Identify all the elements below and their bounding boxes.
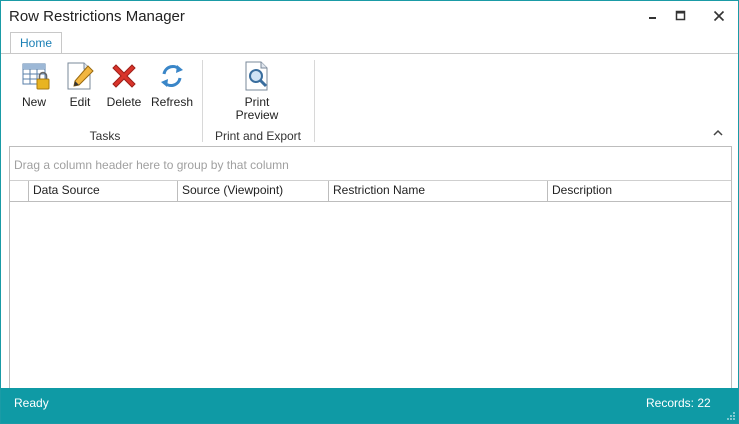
records-count: Records: 22 — [646, 396, 711, 410]
ribbon-separator — [314, 60, 315, 142]
print-preview-icon — [245, 61, 268, 91]
refresh-button[interactable]: Refresh — [149, 54, 195, 124]
edit-pencil-icon — [67, 62, 94, 90]
minimize-icon — [649, 17, 656, 19]
maximize-icon — [675, 10, 686, 21]
edit-button[interactable]: Edit — [60, 54, 100, 124]
window-title: Row Restrictions Manager — [9, 8, 185, 25]
title-bar: Row Restrictions Manager — [1, 1, 738, 31]
collapse-ribbon-icon[interactable] — [712, 128, 724, 138]
new-grid-lock-icon — [22, 63, 50, 90]
column-header-source-viewpoint[interactable]: Source (Viewpoint) — [177, 181, 329, 201]
print-label-line1: Print — [244, 95, 270, 109]
column-header-restriction-name[interactable]: Restriction Name — [328, 181, 548, 201]
print-label-line2: Preview — [235, 108, 279, 122]
close-icon — [713, 10, 724, 22]
refresh-label: Refresh — [150, 95, 194, 109]
maximize-button[interactable] — [665, 1, 697, 31]
new-button[interactable]: New — [14, 54, 54, 124]
delete-label: Delete — [106, 95, 142, 109]
delete-x-icon — [112, 64, 136, 88]
print-preview-button[interactable]: Print Preview — [231, 54, 283, 124]
group-label-tasks: Tasks — [89, 129, 121, 143]
tab-home[interactable]: Home — [10, 32, 62, 54]
close-button[interactable] — [699, 1, 738, 31]
edit-label: Edit — [69, 95, 91, 109]
column-header-row: Data Source Source (Viewpoint) Restricti… — [10, 181, 731, 202]
delete-button[interactable]: Delete — [104, 54, 144, 124]
refresh-icon — [161, 65, 183, 87]
ribbon-panel: New Edit Delete Refresh Tasks Print Prev… — [9, 54, 730, 146]
app-window: Row Restrictions Manager Home New Edit D… — [0, 0, 739, 424]
group-by-hint: Drag a column header here to group by th… — [14, 158, 289, 172]
row-indicator-header — [10, 181, 29, 201]
new-label: New — [21, 95, 46, 109]
status-bar: Ready Records: 22 — [1, 388, 738, 423]
data-grid: Drag a column header here to group by th… — [9, 146, 732, 390]
column-header-data-source[interactable]: Data Source — [28, 181, 178, 201]
group-label-print-export: Print and Export — [214, 129, 302, 143]
column-header-description[interactable]: Description — [547, 181, 731, 201]
group-by-panel[interactable]: Drag a column header here to group by th… — [10, 147, 731, 181]
print-preview-label: Print Preview — [231, 96, 283, 122]
ribbon-tab-row: Home — [1, 31, 738, 78]
resize-grip-icon[interactable] — [726, 411, 736, 421]
status-text: Ready — [14, 396, 49, 410]
